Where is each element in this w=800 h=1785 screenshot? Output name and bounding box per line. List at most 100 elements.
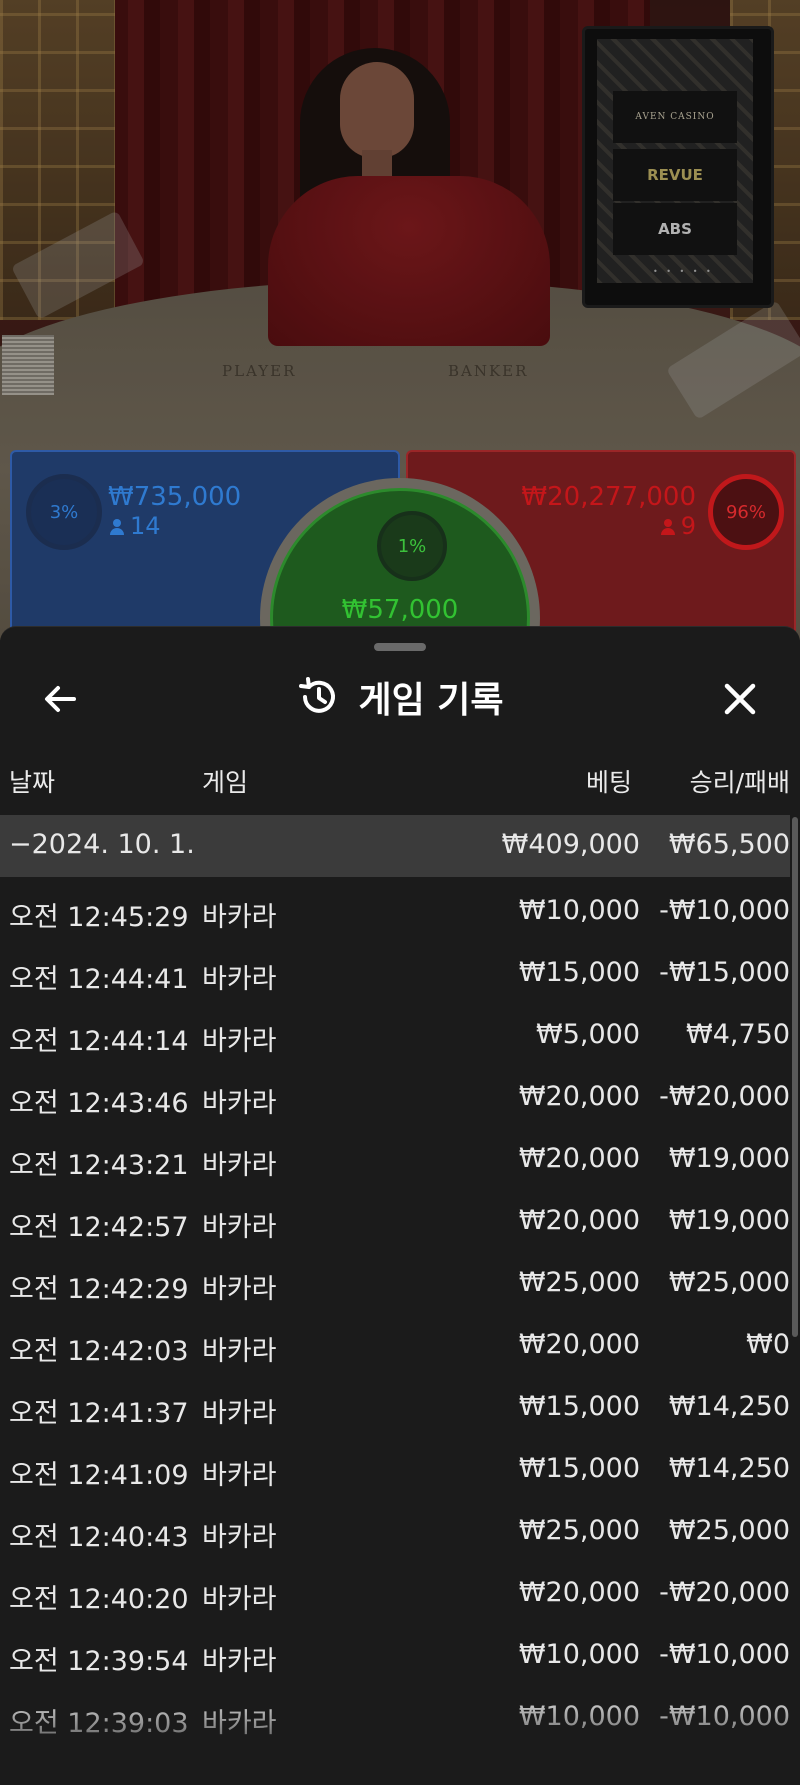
page-title: 게임 기록 [358,680,504,721]
row-game: 바카라 [202,1398,277,1429]
row-bet: ₩20,000 [518,1577,640,1608]
row-time: 오전 12:42:29 [9,1274,189,1305]
row-winloss: -₩20,000 [659,1081,790,1112]
row-winloss: -₩10,000 [659,895,790,926]
row-bet: ₩15,000 [518,1391,640,1422]
column-header-date: 날짜 [9,768,56,797]
table-row[interactable]: 오전 12:45:29 바카라 ₩10,000 -₩10,000 [0,881,790,943]
row-winloss: -₩10,000 [659,1701,790,1732]
table-row[interactable]: 오전 12:41:37 바카라 ₩15,000 ₩14,250 [0,1377,790,1439]
row-time: 오전 12:39:03 [9,1708,189,1739]
row-time: 오전 12:41:09 [9,1460,189,1491]
row-game: 바카라 [202,1460,277,1491]
table-row[interactable]: 오전 12:44:14 바카라 ₩5,000 ₩4,750 [0,1005,790,1067]
row-time: 오전 12:42:03 [9,1336,189,1367]
row-game: 바카라 [202,1584,277,1615]
row-time: 오전 12:41:37 [9,1398,189,1429]
close-button[interactable] [708,667,772,731]
table-row[interactable]: 오전 12:42:57 바카라 ₩20,000 ₩19,000 [0,1191,790,1253]
row-time: 오전 12:40:20 [9,1584,189,1615]
row-bet: ₩10,000 [518,1639,640,1670]
row-bet: ₩25,000 [518,1267,640,1298]
summary-winloss: ₩65,500 [668,829,790,860]
row-game: 바카라 [202,964,277,995]
banker-percent-ring: 96% [708,474,784,550]
row-game: 바카라 [202,1274,277,1305]
table-row[interactable]: 오전 12:39:54 바카라 ₩10,000 -₩10,000 [0,1625,790,1687]
row-winloss: -₩10,000 [659,1639,790,1670]
player-bet-amount: ₩735,000 [108,482,242,512]
row-winloss: ₩0 [746,1329,790,1360]
row-game: 바카라 [202,1708,277,1739]
row-time: 오전 12:44:41 [9,964,189,995]
row-game: 바카라 [202,1150,277,1181]
row-time: 오전 12:42:57 [9,1212,189,1243]
column-header-game: 게임 [202,768,249,797]
game-history-sheet: 게임 기록 날짜 게임 베팅 승리/패배 −2024. 10. 1. ₩409,… [0,626,800,1785]
row-time: 오전 12:43:46 [9,1088,189,1119]
tie-bet-amount: ₩57,000 [341,595,459,625]
row-game: 바카라 [202,1026,277,1057]
row-game: 바카라 [202,1522,277,1553]
row-bet: ₩20,000 [518,1205,640,1236]
history-clock-icon [299,677,336,713]
banker-bettor-count-value: 9 [680,512,696,540]
banker-bet-amount: ₩20,277,000 [521,482,696,512]
row-bet: ₩15,000 [518,1453,640,1484]
sheet-drag-handle[interactable] [374,643,426,651]
row-game: 바카라 [202,1646,277,1677]
player-bettor-count: 14 [110,512,161,540]
row-winloss: ₩14,250 [668,1391,790,1422]
row-time: 오전 12:40:43 [9,1522,189,1553]
table-row[interactable]: 오전 12:40:20 바카라 ₩20,000 -₩20,000 [0,1563,790,1625]
row-winloss: ₩19,000 [668,1143,790,1174]
table-row[interactable]: 오전 12:43:21 바카라 ₩20,000 ₩19,000 [0,1129,790,1191]
table-row[interactable]: 오전 12:39:03 바카라 ₩10,000 -₩10,000 [0,1687,790,1749]
row-time: 오전 12:45:29 [9,902,189,933]
history-header: 게임 기록 [0,671,800,723]
row-game: 바카라 [202,1212,277,1243]
column-header-winloss: 승리/패배 [689,768,790,797]
row-bet: ₩10,000 [518,895,640,926]
history-table: −2024. 10. 1. ₩409,000 ₩65,500 오전 12:45:… [0,815,790,1749]
row-winloss: ₩25,000 [668,1267,790,1298]
row-time: 오전 12:39:54 [9,1646,189,1677]
row-winloss: ₩14,250 [668,1453,790,1484]
column-header-bet: 베팅 [585,768,632,797]
row-game: 바카라 [202,1088,277,1119]
person-icon [660,519,675,535]
row-bet: ₩20,000 [518,1143,640,1174]
table-row[interactable]: 오전 12:44:41 바카라 ₩15,000 -₩15,000 [0,943,790,1005]
player-bettor-count-value: 14 [130,512,161,540]
row-winloss: ₩4,750 [686,1019,790,1050]
table-row[interactable]: 오전 12:43:46 바카라 ₩20,000 -₩20,000 [0,1067,790,1129]
summary-date: −2024. 10. 1. [9,829,195,860]
scrollbar[interactable] [792,817,798,1337]
table-row[interactable]: 오전 12:42:29 바카라 ₩25,000 ₩25,000 [0,1253,790,1315]
row-bet: ₩20,000 [518,1081,640,1112]
row-bet: ₩10,000 [518,1701,640,1732]
table-row[interactable]: 오전 12:41:09 바카라 ₩15,000 ₩14,250 [0,1439,790,1501]
row-winloss: ₩19,000 [668,1205,790,1236]
row-time: 오전 12:44:14 [9,1026,189,1057]
close-icon [724,683,756,715]
history-rows: 오전 12:45:29 바카라 ₩10,000 -₩10,000 오전 12:44:41… [0,881,790,1749]
banker-bettor-count: 9 [660,512,696,540]
summary-bet: ₩409,000 [501,829,640,860]
row-winloss: -₩20,000 [659,1577,790,1608]
row-winloss: -₩15,000 [659,957,790,988]
row-bet: ₩20,000 [518,1329,640,1360]
row-bet: ₩15,000 [518,957,640,988]
row-game: 바카라 [202,902,277,933]
person-icon [110,519,124,535]
table-row[interactable]: 오전 12:40:43 바카라 ₩25,000 ₩25,000 [0,1501,790,1563]
tie-percent-ring: 1% [377,511,447,581]
row-bet: ₩25,000 [518,1515,640,1546]
table-row[interactable]: 오전 12:42:03 바카라 ₩20,000 ₩0 [0,1315,790,1377]
row-game: 바카라 [202,1336,277,1367]
date-summary-row[interactable]: −2024. 10. 1. ₩409,000 ₩65,500 [0,815,790,877]
player-percent-ring: 3% [26,474,102,550]
row-winloss: ₩25,000 [668,1515,790,1546]
row-time: 오전 12:43:21 [9,1150,189,1181]
row-bet: ₩5,000 [536,1019,640,1050]
